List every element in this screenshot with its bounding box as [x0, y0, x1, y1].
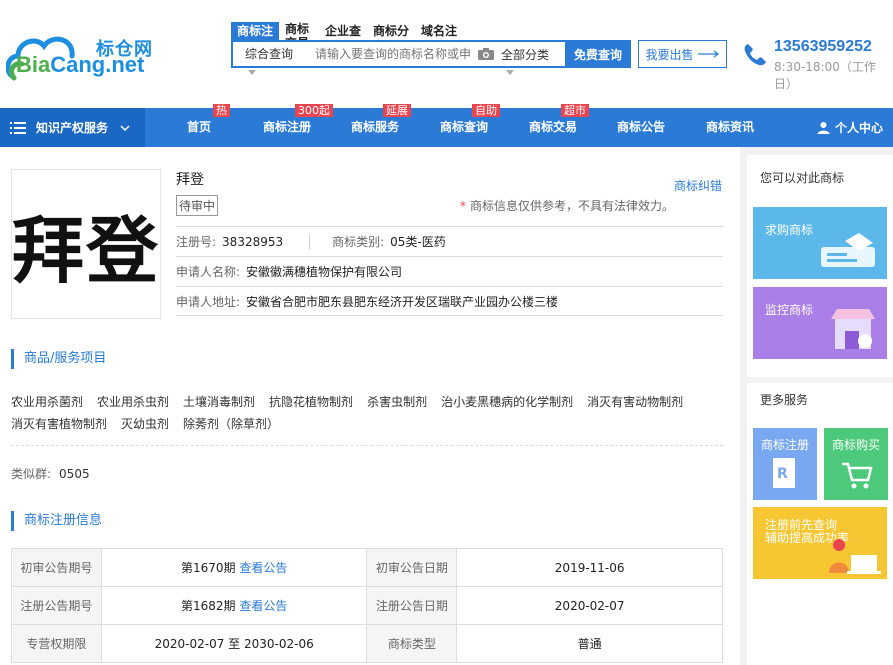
buy-trademark-card[interactable]: 求购商标 — [753, 207, 887, 279]
search-tabs: 商标注 商标交易 企业查 商标分 域名注 — [231, 22, 463, 50]
nav-item-home[interactable]: 首页 热 — [187, 104, 230, 147]
tab-company-query[interactable]: 企业查 — [319, 22, 367, 40]
list-item: 除莠剂（除草剂） — [183, 417, 280, 431]
user-icon — [817, 122, 830, 134]
view-announcement-link[interactable]: 查看公告 — [239, 561, 287, 575]
category-menu-button[interactable]: 知识产权服务 — [0, 108, 145, 147]
list-item: 消灭有害植物制剂 — [11, 417, 108, 431]
disclaimer: * 商标信息仅供参考，不具有法律效力。 — [460, 199, 675, 213]
free-search-button[interactable]: 免费查询 — [565, 41, 631, 67]
list-item: 农业用杀虫剂 — [97, 395, 170, 409]
query-before-register-card[interactable]: 注册前先查询 辅助提高成功率 — [753, 507, 887, 579]
purchase-trademark-card[interactable]: 商标购买 — [824, 428, 888, 500]
tab-trademark-trade[interactable]: 商标交易 — [279, 22, 319, 50]
arrow-right-icon — [697, 50, 719, 58]
tab-trademark-class[interactable]: 商标分 — [367, 22, 415, 40]
list-item: 灭幼虫剂 — [121, 417, 170, 431]
search-box: 综合查询 全部分类 免费查询 — [231, 40, 631, 68]
person-laptop-icon — [829, 539, 881, 574]
site-header: 标仓网 BiaCang.net 商标注 商标交易 企业查 商标分 域名注 综合查… — [0, 0, 893, 108]
chevron-down-icon — [120, 124, 130, 131]
search-scope-select[interactable]: 综合查询 — [233, 42, 309, 66]
monitor-trademark-card[interactable]: 监控商标 — [753, 287, 887, 359]
nav-badge: 300起 — [295, 104, 333, 117]
chevron-down-icon — [506, 70, 514, 75]
document-r-icon: R — [773, 458, 795, 488]
menu-icon — [10, 121, 26, 134]
trademark-title: 拜登 — [176, 172, 204, 188]
nav-item-announce[interactable]: 商标公告 — [617, 108, 665, 147]
cart-icon — [842, 462, 873, 489]
nav-item-trade[interactable]: 商标交易 超市 — [529, 104, 589, 147]
trademark-detail: 拜登 拜登 待审中 商标纠错 * 商标信息仅供参考，不具有法律效力。 注册号: 38… — [0, 147, 740, 665]
nav-item-register[interactable]: 商标注册 300起 — [263, 104, 333, 147]
list-item: 土壤消毒制剂 — [183, 395, 256, 409]
registration-number: 38328953 — [222, 234, 284, 249]
status-badge: 待审中 — [176, 195, 219, 216]
logo-english-name: BiaCang.net — [16, 52, 145, 77]
phone-number: 13563959252 — [774, 38, 872, 55]
nav-item-news[interactable]: 商标资讯 — [706, 108, 754, 147]
info-row-applicant: 申请人名称: 安徽徽满穗植物保护有限公司 — [176, 256, 723, 286]
similar-group: 类似群: 0505 — [11, 467, 90, 481]
nav-item-service[interactable]: 商标服务 延展 — [351, 104, 411, 147]
service-hours: 8:30-18:00（工作日） — [774, 60, 876, 91]
chevron-down-icon — [248, 70, 256, 75]
nav-badge: 超市 — [561, 104, 589, 117]
site-logo[interactable]: 标仓网 BiaCang.net — [6, 26, 156, 82]
applicant-name: 安徽徽满穗植物保护有限公司 — [246, 265, 403, 279]
table-row: 专营权期限 2020-02-07 至 2030-02-06 商标类型 普通 — [11, 624, 723, 663]
main-nav: 知识产权服务 首页 热 商标注册 300起 商标服务 延展 商标查询 自助 商标… — [0, 104, 893, 147]
divider — [11, 445, 723, 446]
info-row-registration: 注册号: 38328953 商标类别: 05类-医药 — [176, 226, 723, 256]
shop-card-icon — [831, 309, 875, 349]
list-item: 治小麦黑穗病的化学制剂 — [441, 395, 574, 409]
nav-badge: 延展 — [383, 104, 411, 117]
list-item: 抗隐花植物制剂 — [269, 395, 354, 409]
search-input[interactable] — [309, 42, 477, 66]
search-category-select[interactable]: 全部分类 — [501, 46, 565, 63]
section-title-registration: 商标注册信息 — [11, 511, 102, 531]
goods-list: 农业用杀菌剂 农业用杀虫剂 土壤消毒制剂 抗隐花植物制剂 杀害虫制剂 治小麦黑穗病的化学制… — [11, 391, 723, 435]
section-title-goods: 商品/服务项目 — [11, 349, 106, 369]
tab-domain-register[interactable]: 域名注 — [415, 22, 463, 40]
trademark-class: 05类-医药 — [390, 235, 446, 249]
camera-icon[interactable] — [477, 47, 495, 61]
info-row-address: 申请人地址: 安徽省合肥市肥东县肥东经济开发区瑞联产业园办公楼三楼 — [176, 286, 723, 316]
sell-button[interactable]: 我要出售 — [638, 40, 727, 68]
register-trademark-card[interactable]: 商标注册 R — [753, 428, 817, 500]
nav-item-query[interactable]: 商标查询 自助 — [440, 104, 500, 147]
trademark-image: 拜登 — [11, 169, 161, 319]
nav-badge: 热 — [213, 104, 230, 117]
user-center-link[interactable]: 个人中心 — [817, 108, 883, 147]
table-row: 注册公告期号 第1682期 查看公告 注册公告日期 2020-02-07 — [11, 586, 723, 625]
list-item: 杀害虫制剂 — [367, 395, 428, 409]
applicant-address: 安徽省合肥市肥东县肥东经济开发区瑞联产业园办公楼三楼 — [246, 294, 559, 309]
sidebar-heading: 更多服务 — [760, 393, 809, 407]
trademark-correction-link[interactable]: 商标纠错 — [674, 177, 722, 194]
registration-table: 初审公告期号 第1670期 查看公告 初审公告日期 2019-11-06 注册公… — [11, 548, 723, 663]
view-announcement-link[interactable]: 查看公告 — [239, 599, 287, 613]
tab-trademark-register[interactable]: 商标注 — [231, 22, 280, 40]
table-row: 初审公告期号 第1670期 查看公告 初审公告日期 2019-11-06 — [11, 548, 723, 587]
phone-icon — [744, 44, 766, 66]
handshake-card-icon — [821, 233, 875, 267]
sidebar-heading: 您可以对此商标 — [760, 171, 845, 185]
svg-text:R: R — [777, 466, 788, 482]
list-item: 消灭有害动物制剂 — [587, 395, 684, 409]
nav-badge: 自助 — [472, 104, 500, 117]
sidebar: 您可以对此商标 求购商标 监控商标 更多服务 商标注册 R 商标购买 注册前先查… — [740, 147, 893, 665]
list-item: 农业用杀菌剂 — [11, 395, 84, 409]
